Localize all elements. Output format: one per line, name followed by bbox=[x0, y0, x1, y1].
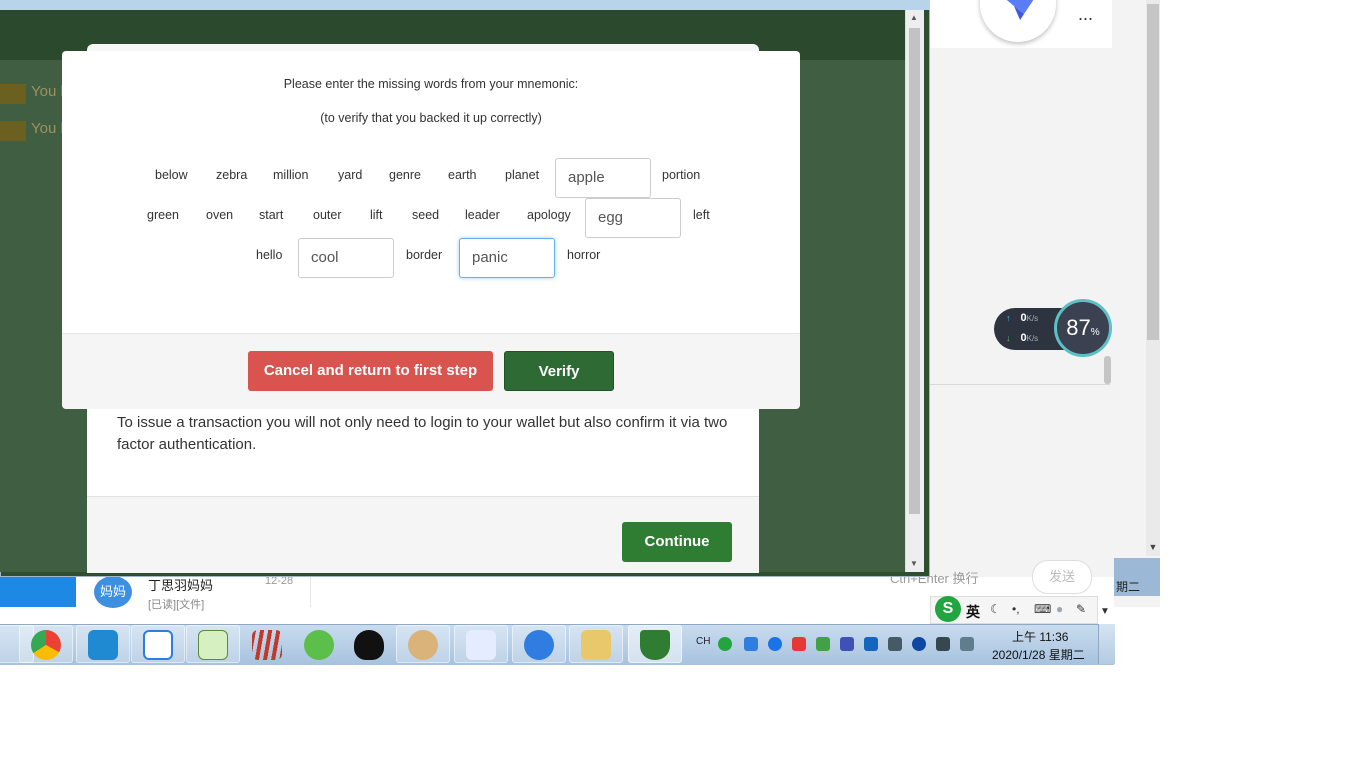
side-panel-text: 期二 bbox=[1116, 580, 1141, 594]
mnemonic-word: genre bbox=[389, 168, 421, 182]
active-panel-tab[interactable] bbox=[0, 577, 76, 607]
chat-scroll-thumb[interactable] bbox=[1147, 4, 1159, 340]
mnemonic-word: outer bbox=[313, 208, 342, 222]
mnemonic-word: left bbox=[693, 208, 710, 222]
sogou-tray-icon[interactable] bbox=[718, 637, 732, 651]
mnemonic-word: below bbox=[155, 168, 188, 182]
ime-logo-icon[interactable]: S bbox=[935, 596, 961, 622]
chat-app-background bbox=[930, 0, 1160, 607]
mnemonic-word: start bbox=[259, 208, 284, 222]
mnemonic-word: yard bbox=[338, 168, 363, 182]
missing-word-input[interactable]: panic bbox=[459, 238, 555, 278]
dingtalk-icon[interactable] bbox=[524, 630, 554, 660]
status-badge bbox=[0, 121, 26, 141]
mnemonic-word: lift bbox=[370, 208, 383, 222]
network-icon[interactable] bbox=[888, 637, 902, 651]
cursor-icon[interactable] bbox=[816, 637, 830, 651]
paint-icon[interactable] bbox=[408, 630, 438, 660]
scroll-down-icon[interactable]: ▼ bbox=[905, 556, 923, 572]
volume-icon[interactable] bbox=[960, 637, 974, 651]
scroll-up-icon[interactable]: ▲ bbox=[905, 10, 923, 26]
mnemonic-word: planet bbox=[505, 168, 540, 182]
dialog-title: Please enter the missing words from your… bbox=[283, 77, 579, 91]
chat-divider bbox=[930, 384, 1110, 385]
browser-top-strip bbox=[0, 0, 930, 10]
display-icon[interactable] bbox=[864, 637, 878, 651]
missing-word-input[interactable]: egg bbox=[585, 198, 681, 238]
shield-icon[interactable] bbox=[744, 637, 758, 651]
battery-icon[interactable] bbox=[936, 637, 950, 651]
punctuation-icon[interactable]: •, bbox=[1012, 602, 1020, 616]
clock-time[interactable]: 上午 11:36 bbox=[1012, 628, 1068, 645]
red-app-icon[interactable] bbox=[792, 637, 806, 651]
dialog-subtitle: (to verify that you backed it up correct… bbox=[320, 111, 542, 125]
mnemonic-word: million bbox=[273, 168, 309, 182]
chrome-icon[interactable] bbox=[31, 630, 61, 660]
continue-button[interactable]: Continue bbox=[622, 522, 732, 562]
clock-date[interactable]: 2020/1/28 星期二 bbox=[992, 646, 1085, 663]
mnemonic-word: zebra bbox=[216, 168, 248, 182]
mnemonic-word: earth bbox=[448, 168, 477, 182]
vscode-icon[interactable] bbox=[88, 630, 118, 660]
bookmark-app-icon[interactable] bbox=[252, 630, 282, 660]
keyboard-icon[interactable]: ⌨ bbox=[1034, 602, 1051, 616]
mnemonic-word: seed bbox=[412, 208, 440, 222]
dingtalk-tray-icon[interactable] bbox=[768, 637, 782, 651]
cancel-button[interactable]: Cancel and return to first step bbox=[248, 351, 493, 391]
mnemonic-word: hello bbox=[256, 248, 283, 262]
status-badge bbox=[0, 84, 26, 104]
bluetooth-icon[interactable] bbox=[912, 637, 926, 651]
user-icon[interactable]: ● bbox=[1056, 602, 1063, 616]
chat-last-message: [已读][文件] bbox=[148, 599, 205, 611]
browser-scroll-thumb[interactable] bbox=[909, 28, 920, 514]
moon-icon[interactable]: ☾ bbox=[990, 602, 1001, 616]
notepad-plus-plus-icon[interactable] bbox=[198, 630, 228, 660]
show-desktop-button[interactable] bbox=[1098, 624, 1115, 664]
chat-name: 丁思羽妈妈 bbox=[148, 578, 214, 593]
baidu-netdisk-icon[interactable] bbox=[143, 630, 173, 660]
chat-message-scroll-thumb[interactable] bbox=[1104, 356, 1111, 384]
scroll-down-icon[interactable]: ▼ bbox=[1146, 542, 1160, 556]
file-explorer-icon[interactable] bbox=[581, 630, 611, 660]
missing-word-input[interactable]: cool bbox=[298, 238, 394, 278]
background-message: You l bbox=[31, 83, 64, 100]
lark-icon[interactable] bbox=[466, 630, 496, 660]
wechat-icon[interactable] bbox=[304, 630, 334, 660]
mnemonic-word: leader bbox=[465, 208, 500, 222]
download-speed: ↓ 0K/s bbox=[1006, 332, 1039, 344]
mnemonic-word: portion bbox=[662, 168, 701, 182]
background-message: You l bbox=[31, 120, 64, 137]
missing-word-input[interactable]: apple bbox=[555, 158, 651, 198]
two-factor-description: To issue a transaction you will not only… bbox=[117, 414, 728, 453]
cpu-gauge[interactable]: 87% bbox=[1054, 299, 1112, 357]
mnemonic-word: oven bbox=[206, 208, 234, 222]
qq-icon[interactable] bbox=[354, 630, 384, 660]
avatar[interactable]: 妈妈 bbox=[94, 576, 132, 608]
more-options-icon[interactable]: ... bbox=[1078, 4, 1093, 25]
mnemonic-word: apology bbox=[527, 208, 571, 222]
verify-button[interactable]: Verify bbox=[504, 351, 614, 391]
send-button[interactable]: 发送 bbox=[1032, 560, 1092, 594]
upload-speed: ↑ 0K/s bbox=[1006, 312, 1039, 324]
ime-dropdown-icon[interactable]: ▼ bbox=[1100, 606, 1110, 617]
mnemonic-word: green bbox=[147, 208, 179, 222]
lark-tray-icon[interactable] bbox=[840, 637, 854, 651]
ime-language-toggle[interactable]: 英 bbox=[966, 602, 980, 622]
tray-language[interactable]: CH bbox=[696, 636, 710, 647]
bitcoin-wallet-icon[interactable] bbox=[640, 630, 670, 660]
wrench-icon[interactable]: ✎ bbox=[1076, 602, 1086, 616]
mnemonic-word: horror bbox=[567, 248, 601, 262]
mnemonic-word: border bbox=[406, 248, 443, 262]
